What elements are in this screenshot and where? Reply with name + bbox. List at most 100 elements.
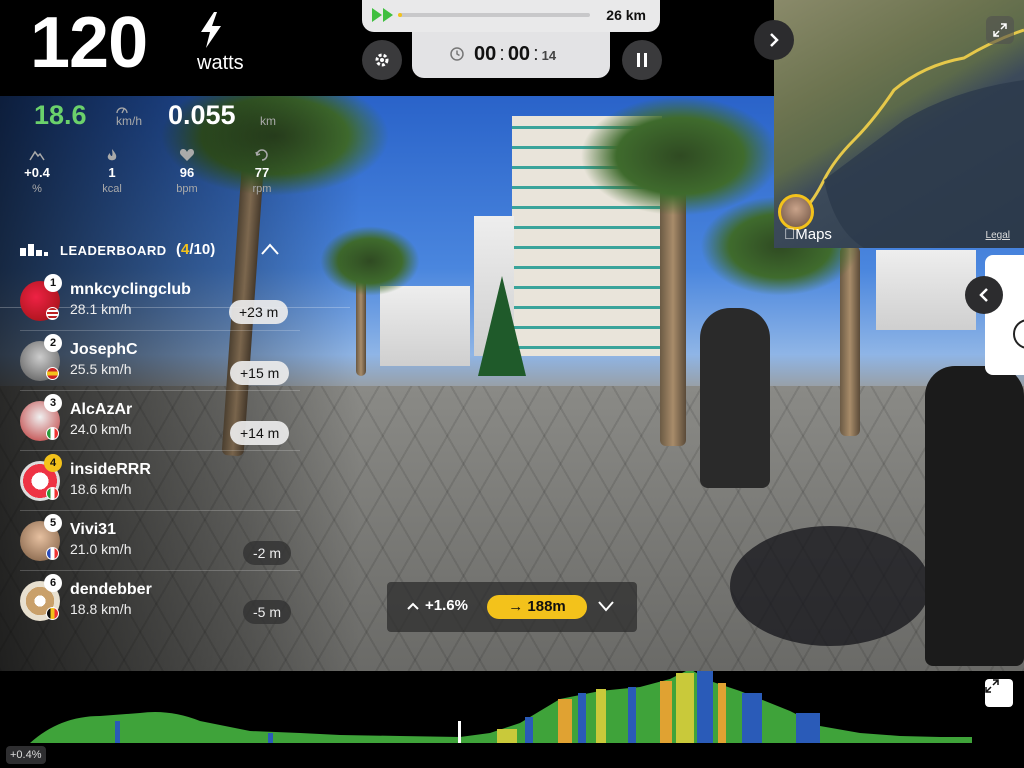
clock-icon [450, 47, 464, 61]
rider-name: AlcAzAr [70, 401, 133, 418]
speed-unit: km/h [116, 114, 143, 128]
settings-button[interactable] [362, 40, 402, 80]
lightning-bolt-icon [201, 12, 221, 48]
rank-badge: 6 [44, 574, 62, 592]
leaderboard-position: (4/10) [176, 241, 216, 258]
divider [20, 570, 300, 571]
mountain-icon [29, 150, 45, 161]
next-segment-distance: → 188m [487, 595, 587, 619]
divider [20, 450, 300, 451]
rank-badge: 1 [44, 274, 62, 292]
map-expand-button[interactable] [986, 16, 1014, 44]
rider-name: mnkcyclingclub [70, 281, 191, 298]
ring-icon [1013, 319, 1024, 349]
pause-button[interactable] [622, 40, 662, 80]
timer-seconds: 14 [541, 48, 557, 63]
chevron-up-icon [407, 602, 419, 610]
rider-speed: 18.6 km/h [70, 481, 132, 497]
building [380, 286, 470, 366]
grade-value: +0.4 [24, 165, 50, 180]
flag-us-icon [46, 307, 59, 320]
leaderboard-row[interactable]: 6 dendebber 18.8 km/h -5 m [0, 574, 310, 641]
flag-es-icon [46, 367, 59, 380]
cadence-value: 77 [254, 165, 270, 180]
elapsed-time: 00:00:14 [474, 43, 557, 65]
flame-icon [107, 149, 117, 161]
rider-position-avatar [778, 194, 814, 230]
route-total-distance: 26 km [606, 7, 646, 23]
speed-value: 18.6 [34, 100, 87, 130]
rider-gap: -2 m [243, 541, 291, 565]
grade-unit: % [32, 183, 42, 195]
chevron-left-icon [979, 288, 988, 302]
rider-speed: 21.0 km/h [70, 541, 132, 557]
flag-fr-icon [46, 547, 59, 560]
leaderboard-row[interactable]: 5 Vivi31 21.0 km/h -2 m [0, 514, 310, 581]
christmas-tree [478, 276, 526, 376]
leaderboard-row[interactable]: 3 AlcAzAr 24.0 km/h +14 m [0, 394, 310, 461]
map-next-button[interactable] [754, 20, 794, 60]
heart-rate-value: 96 [179, 165, 195, 180]
divider [20, 330, 300, 331]
profile-expand-button[interactable] [985, 679, 1013, 707]
rank-badge: 5 [44, 514, 62, 532]
side-panel[interactable] [985, 255, 1024, 375]
cadence-unit: rpm [252, 183, 272, 195]
rider-gap: +14 m [230, 421, 290, 445]
rider-name: JosephC [70, 341, 138, 358]
timer-hours: 00 [474, 43, 497, 65]
ride-stats: 18.6 km/h 0.055 km +0.4 % 1 kcal 96 bpm … [0, 96, 350, 308]
rider-shadow [730, 526, 930, 646]
leaderboard-title: LEADERBOARD [60, 243, 167, 258]
rider-gap: +23 m [229, 300, 289, 324]
rider-gap: -5 m [243, 600, 291, 624]
leaderboard-header: LEADERBOARD (4/10) [20, 240, 290, 262]
power-unit: watts [197, 52, 244, 74]
power-value: 120 [30, 3, 148, 83]
route-map[interactable]: Maps Legal [774, 0, 1024, 248]
elevation-profile[interactable]: +0.4% [0, 671, 1024, 768]
divider [20, 390, 300, 391]
distance-unit: km [260, 114, 276, 128]
grade-bar: +1.6% → 188m [387, 582, 637, 632]
heart-rate-stat: 96 bpm [165, 148, 209, 195]
rank-badge: 3 [44, 394, 62, 412]
expand-icon [993, 23, 1007, 37]
chevron-right-icon [770, 33, 779, 47]
rider-speed: 25.5 km/h [70, 361, 132, 377]
chevron-up-icon[interactable] [260, 242, 280, 256]
chevron-down-icon[interactable] [597, 600, 615, 612]
gear-icon [375, 53, 389, 67]
cadence-icon [255, 149, 268, 161]
rider-gap: +15 m [230, 361, 290, 385]
handlebar [925, 366, 1024, 666]
progress-fill [398, 13, 402, 17]
rider-speed: 18.8 km/h [70, 601, 132, 617]
heart-icon [179, 149, 195, 161]
divider [20, 510, 300, 511]
leaderboard-row[interactable]: 1 mnkcyclingclub 28.1 km/h +23 m [0, 274, 310, 341]
palm-trunk [660, 176, 686, 446]
calories-value: 1 [108, 165, 116, 180]
rank-badge: 4 [44, 454, 62, 472]
rider-name: dendebber [70, 581, 152, 598]
rider-name: Vivi31 [70, 521, 116, 538]
progress-track [398, 13, 590, 17]
side-panel-toggle-button[interactable] [965, 276, 1003, 314]
rider-name: insideRRR [70, 461, 151, 478]
flag-it-icon [46, 487, 59, 500]
fast-forward-icon[interactable] [372, 8, 394, 22]
timer-minutes: 00 [507, 43, 531, 65]
speedometer-icon [116, 107, 128, 114]
map-legal-link[interactable]: Legal [986, 230, 1010, 241]
grade-stat: +0.4 % [15, 148, 59, 195]
leaderboard-row-current-user[interactable]: 4 insideRRR 18.6 km/h [0, 454, 310, 521]
distance-value: 0.055 [168, 100, 236, 130]
route-progress: 26 km [362, 0, 660, 32]
rider-speed: 24.0 km/h [70, 421, 132, 437]
upcoming-grade: +1.6% [425, 597, 468, 614]
cadence-stat: 77 rpm [240, 148, 284, 195]
expand-icon [985, 679, 999, 693]
leaderboard-row[interactable]: 2 JosephC 25.5 km/h +15 m [0, 334, 310, 401]
building [876, 250, 976, 330]
